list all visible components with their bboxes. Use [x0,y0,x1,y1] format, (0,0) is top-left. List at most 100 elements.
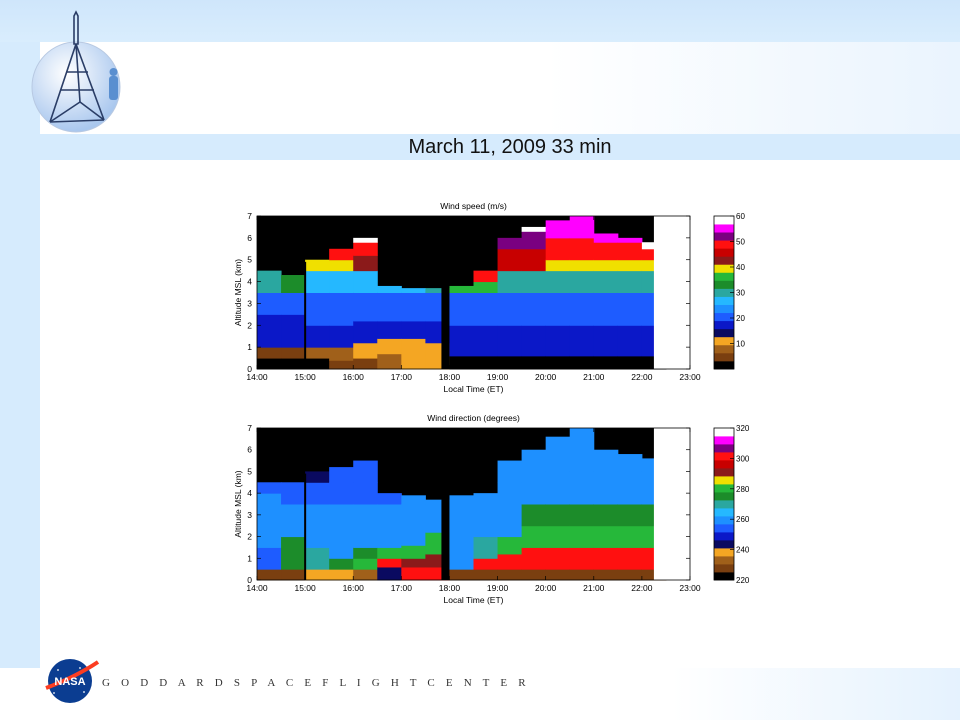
heatmap-cell [545,547,571,570]
x-tick-label: 18:00 [439,583,461,593]
heatmap-cell [569,547,595,570]
y-tick-label: 1 [247,553,252,563]
heatmap-cell [545,471,571,505]
colorbar-swatch [714,248,734,257]
colorbar-tick-label: 260 [736,515,750,524]
x-tick-label: 17:00 [391,583,413,593]
heatmap-cell [377,285,402,293]
heatmap-cell [329,347,354,361]
y-tick-label: 1 [247,342,252,352]
heatmap-cell [569,355,595,370]
heatmap-cell [353,242,378,256]
heatmap-cell [545,237,571,261]
heatmap-cell [473,558,499,570]
colorbar-swatch [714,256,734,265]
chart-title: Wind speed (m/s) [440,201,507,211]
heatmap-cell [353,270,378,293]
y-tick-label: 7 [247,423,252,433]
heatmap-cell [569,525,595,548]
heatmap-cell [305,569,330,581]
nasa-meatball-logo-icon: NASA [45,659,100,703]
heatmap-cell [545,325,571,357]
data-gap-line [304,261,307,369]
colorbar-tick-label: 280 [736,485,750,494]
heatmap-cell [449,495,474,505]
svg-text:NASA: NASA [54,676,85,688]
heatmap-cell [401,545,426,559]
x-tick-label: 19:00 [487,372,509,382]
heatmap-cell [449,504,474,527]
heatmap-cell [473,514,499,538]
colorbar-swatch [714,360,734,370]
heatmap-cell [593,242,619,261]
chart-figure: 14:00 15:00 16:00 17:00 18:00 19:00 20:00 21:00… [233,201,750,605]
heatmap-cell [281,292,306,315]
heatmap-cell [545,436,571,472]
heatmap-cell [545,504,571,527]
heatmap-cell [449,285,474,293]
heatmap-cell [473,569,499,581]
heatmap-cell [521,226,547,232]
figure-panel: 14:00 15:00 16:00 17:00 18:00 19:00 20:00 21:00… [183,183,784,631]
heatmap-cell [401,566,426,581]
x-axis-label: Local Time (ET) [444,384,504,394]
heatmap-cell [497,553,523,570]
heatmap-cell [521,325,547,357]
heatmap-cell [401,495,426,505]
heatmap-cell [353,460,378,483]
footer-band [0,668,960,720]
heatmap-cell [497,248,523,272]
heatmap-cell [353,237,378,243]
heatmap-cell [449,569,474,581]
colorbar-swatch [714,428,734,437]
colorbar-swatch [714,468,734,477]
heatmap-cell [521,547,547,570]
heatmap-cell [377,504,402,548]
heatmap-cell [449,355,474,370]
x-tick-label: 18:00 [439,372,461,382]
colorbar-swatch [714,556,734,565]
data-gap-line [304,473,307,580]
heatmap-cell [305,547,330,570]
heatmap-cell [497,536,523,555]
colorbar-tick-label: 20 [736,314,745,323]
colorbar-swatch [714,352,734,362]
heatmap-cell [521,569,547,581]
x-tick-label: 20:00 [535,583,557,593]
colorbar-tick-label: 220 [736,576,750,585]
heatmap-cell [593,355,619,370]
heatmap-cell [257,493,282,505]
data-gap [441,428,450,580]
x-tick-label: 20:00 [535,372,557,382]
heatmap-cell [353,292,378,322]
heatmap-cell [545,355,571,370]
heatmap-cell [377,566,402,581]
heatmap-cell [617,525,643,548]
heatmap-cell [329,360,354,370]
heatmap-cell [569,270,595,293]
heatmap-cell [473,292,499,326]
y-tick-label: 5 [247,255,252,265]
heatmap-cell [257,504,282,548]
heatmap-cell [305,325,330,348]
heatmap-cell [401,292,426,322]
y-tick-label: 5 [247,466,252,476]
heatmap-cell [617,325,643,357]
heatmap-cell [497,460,523,483]
heatmap-cell [617,242,643,261]
y-tick-label: 6 [247,445,252,455]
y-tick-label: 3 [247,510,252,520]
heatmap-cell [473,355,499,370]
chart-panel-0: 14:00 15:00 16:00 17:00 18:00 19:00 20:00 21:00… [233,201,745,394]
heatmap-cell [257,314,282,348]
colorbar-tick-label: 10 [736,340,745,349]
heatmap-cell [593,233,619,243]
heatmap-cell [617,292,643,326]
heatmap-cell [401,288,426,293]
heatmap-cell [593,259,619,272]
heatmap-cell [353,504,378,548]
colorbar-swatch [714,216,734,225]
heatmap-cell [257,482,282,494]
heatmap-cell [305,259,330,272]
y-tick-label: 2 [247,532,252,542]
